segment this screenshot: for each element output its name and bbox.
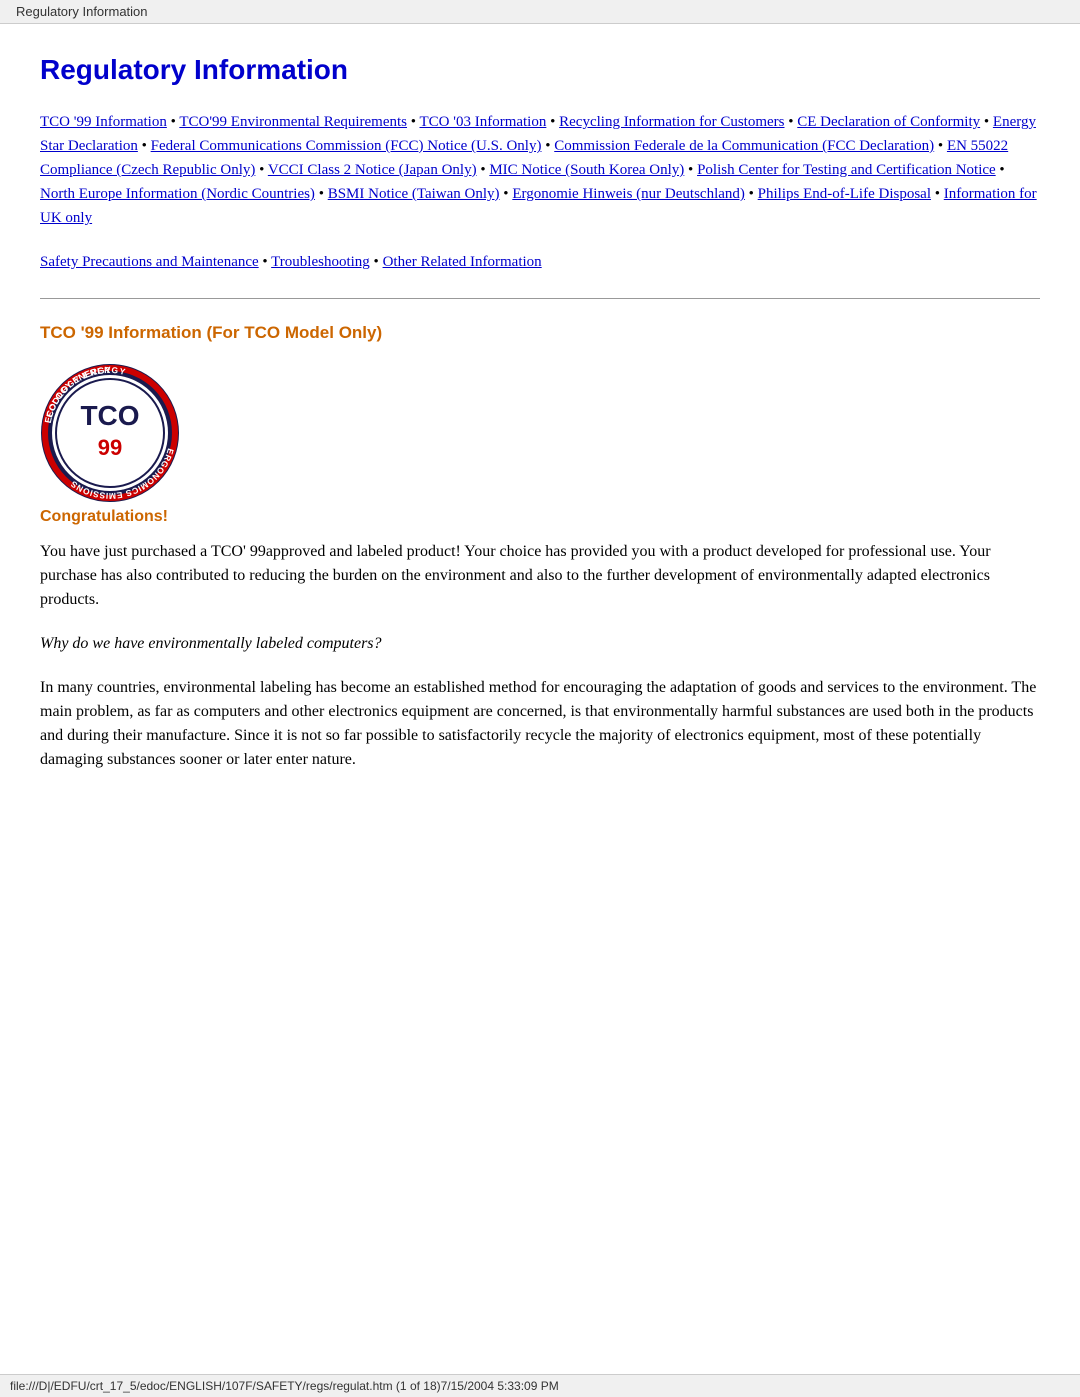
separator: • bbox=[788, 114, 797, 130]
footer-text: file:///D|/EDFU/crt_17_5/edoc/ENGLISH/10… bbox=[10, 1379, 559, 1393]
tco-para2: In many countries, environmental labelin… bbox=[40, 676, 1040, 772]
separator: • bbox=[374, 254, 383, 270]
nav-links: TCO '99 Information • TCO'99 Environment… bbox=[40, 110, 1040, 230]
tco-section-title: TCO '99 Information (For TCO Model Only) bbox=[40, 323, 1040, 343]
nav-link-nordic[interactable]: North Europe Information (Nordic Countri… bbox=[40, 186, 315, 202]
tco-para1: You have just purchased a TCO' 99approve… bbox=[40, 540, 1040, 612]
nav-link-troubleshooting[interactable]: Troubleshooting bbox=[271, 254, 370, 270]
tco-italic-para: Why do we have environmentally labeled c… bbox=[40, 632, 1040, 656]
nav-link-tco03[interactable]: TCO '03 Information bbox=[420, 114, 547, 130]
nav-link-other[interactable]: Other Related Information bbox=[383, 254, 542, 270]
separator: • bbox=[550, 114, 559, 130]
page-title: Regulatory Information bbox=[40, 54, 1040, 86]
nav-link-ergonomie[interactable]: Ergonomie Hinweis (nur Deutschland) bbox=[512, 186, 745, 202]
nav-link-mic[interactable]: MIC Notice (South Korea Only) bbox=[489, 162, 684, 178]
separator: • bbox=[319, 186, 328, 202]
svg-text:✦: ✦ bbox=[41, 429, 49, 440]
separator: • bbox=[545, 138, 554, 154]
nav-link-tco99[interactable]: TCO '99 Information bbox=[40, 114, 167, 130]
nav-link-philips[interactable]: Philips End-of-Life Disposal bbox=[758, 186, 931, 202]
separator: • bbox=[935, 186, 944, 202]
congratulations-label: Congratulations! bbox=[40, 508, 1040, 526]
divider bbox=[40, 298, 1040, 299]
svg-text:TCO: TCO bbox=[80, 400, 139, 431]
separator: • bbox=[688, 162, 697, 178]
separator: • bbox=[503, 186, 512, 202]
nav-link-ce[interactable]: CE Declaration of Conformity bbox=[797, 114, 980, 130]
separator: • bbox=[480, 162, 489, 178]
nav-link-polish[interactable]: Polish Center for Testing and Certificat… bbox=[697, 162, 996, 178]
separator: • bbox=[262, 254, 271, 270]
svg-text:99: 99 bbox=[98, 435, 122, 460]
browser-tab: Regulatory Information bbox=[0, 0, 1080, 24]
separator: • bbox=[999, 162, 1004, 178]
nav-link-recycling[interactable]: Recycling Information for Customers bbox=[559, 114, 784, 130]
nav-link-tco99env[interactable]: TCO'99 Environmental Requirements bbox=[179, 114, 407, 130]
nav-link-vcci[interactable]: VCCI Class 2 Notice (Japan Only) bbox=[268, 162, 477, 178]
separator: • bbox=[142, 138, 151, 154]
separator: • bbox=[749, 186, 758, 202]
tab-label: Regulatory Information bbox=[16, 4, 148, 19]
nav-link-safety[interactable]: Safety Precautions and Maintenance bbox=[40, 254, 259, 270]
separator: • bbox=[984, 114, 993, 130]
separator: • bbox=[938, 138, 947, 154]
tco-logo: ECOLOGY ENERGY ECOLOGY ENERGY ERGONOMICS… bbox=[40, 363, 180, 508]
nav-link-fccfr[interactable]: Commission Federale de la Communication … bbox=[554, 138, 934, 154]
main-content: Regulatory Information TCO '99 Informati… bbox=[0, 24, 1080, 852]
separator: • bbox=[259, 162, 268, 178]
nav-link-fcc[interactable]: Federal Communications Commission (FCC) … bbox=[151, 138, 542, 154]
footer-bar: file:///D|/EDFU/crt_17_5/edoc/ENGLISH/10… bbox=[0, 1374, 1080, 1397]
secondary-links: Safety Precautions and Maintenance • Tro… bbox=[40, 250, 1040, 274]
svg-text:✦: ✦ bbox=[171, 429, 179, 440]
nav-link-bsmi[interactable]: BSMI Notice (Taiwan Only) bbox=[328, 186, 500, 202]
separator: • bbox=[411, 114, 420, 130]
